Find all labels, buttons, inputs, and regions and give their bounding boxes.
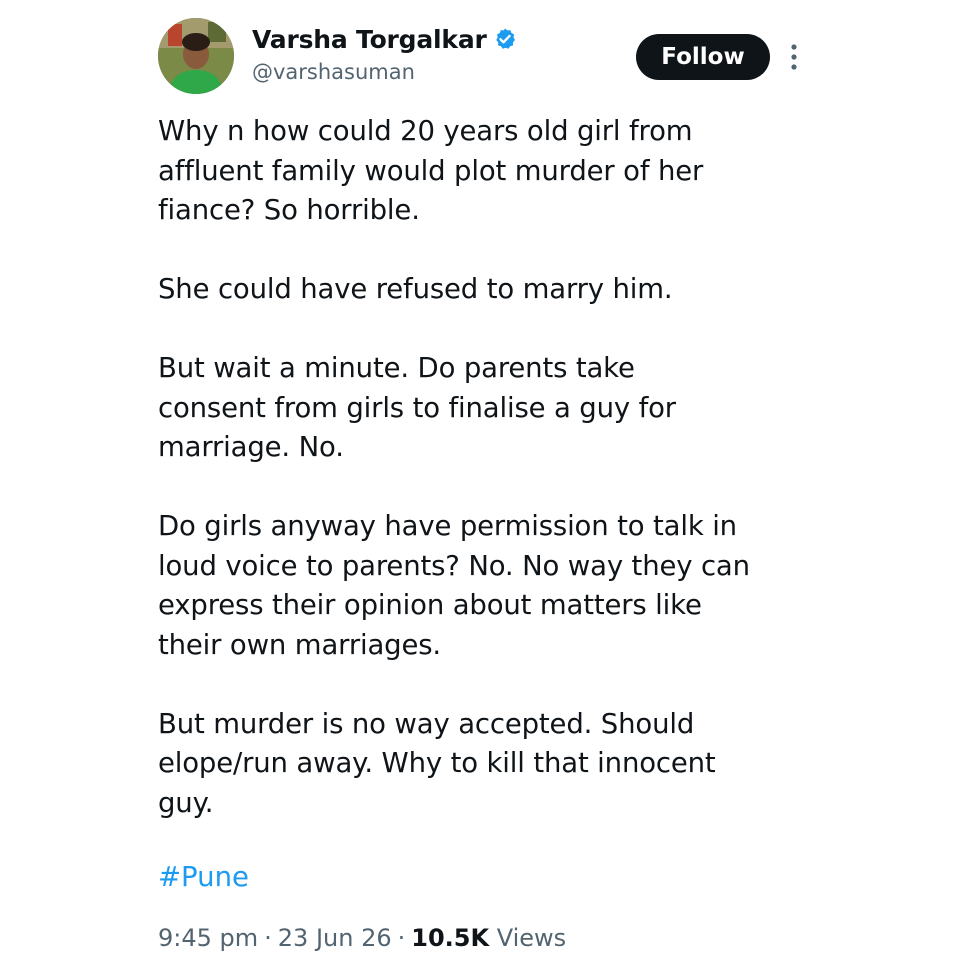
tweet-meta: 9:45 pm · 23 Jun 26 · 10.5K Views bbox=[158, 920, 566, 956]
tweet-paragraph: But murder is no way accepted. Should el… bbox=[158, 707, 716, 819]
tweet-date[interactable]: 23 Jun 26 bbox=[278, 924, 392, 952]
views-label: Views bbox=[496, 924, 567, 952]
avatar-image bbox=[158, 18, 234, 94]
follow-button[interactable]: Follow bbox=[636, 34, 770, 80]
author-display-name[interactable]: Varsha Torgalkar bbox=[252, 25, 487, 54]
author-handle[interactable]: @varshasuman bbox=[252, 60, 415, 84]
author-name-row: Varsha Torgalkar bbox=[252, 22, 517, 56]
avatar[interactable] bbox=[158, 18, 234, 94]
hashtag-link[interactable]: #Pune bbox=[158, 858, 249, 897]
tweet-paragraph: But wait a minute. Do parents take conse… bbox=[158, 352, 676, 463]
tweet-paragraph: Why n how could 20 years old girl from a… bbox=[158, 115, 704, 226]
more-options-button[interactable] bbox=[784, 40, 804, 74]
more-vertical-icon bbox=[791, 44, 797, 70]
tweet-text: Why n how could 20 years old girl from a… bbox=[158, 112, 858, 863]
views-count: 10.5K bbox=[411, 924, 490, 952]
tweet-paragraph: She could have refused to marry him. bbox=[158, 273, 673, 305]
tweet-card: Varsha Torgalkar @varshasuman Follow Why… bbox=[0, 0, 968, 968]
verified-badge-icon bbox=[495, 28, 515, 49]
tweet-paragraph: Do girls anyway have permission to talk … bbox=[158, 510, 750, 661]
meta-separator: · bbox=[264, 924, 272, 952]
tweet-time[interactable]: 9:45 pm bbox=[158, 924, 258, 952]
meta-separator: · bbox=[397, 924, 406, 952]
